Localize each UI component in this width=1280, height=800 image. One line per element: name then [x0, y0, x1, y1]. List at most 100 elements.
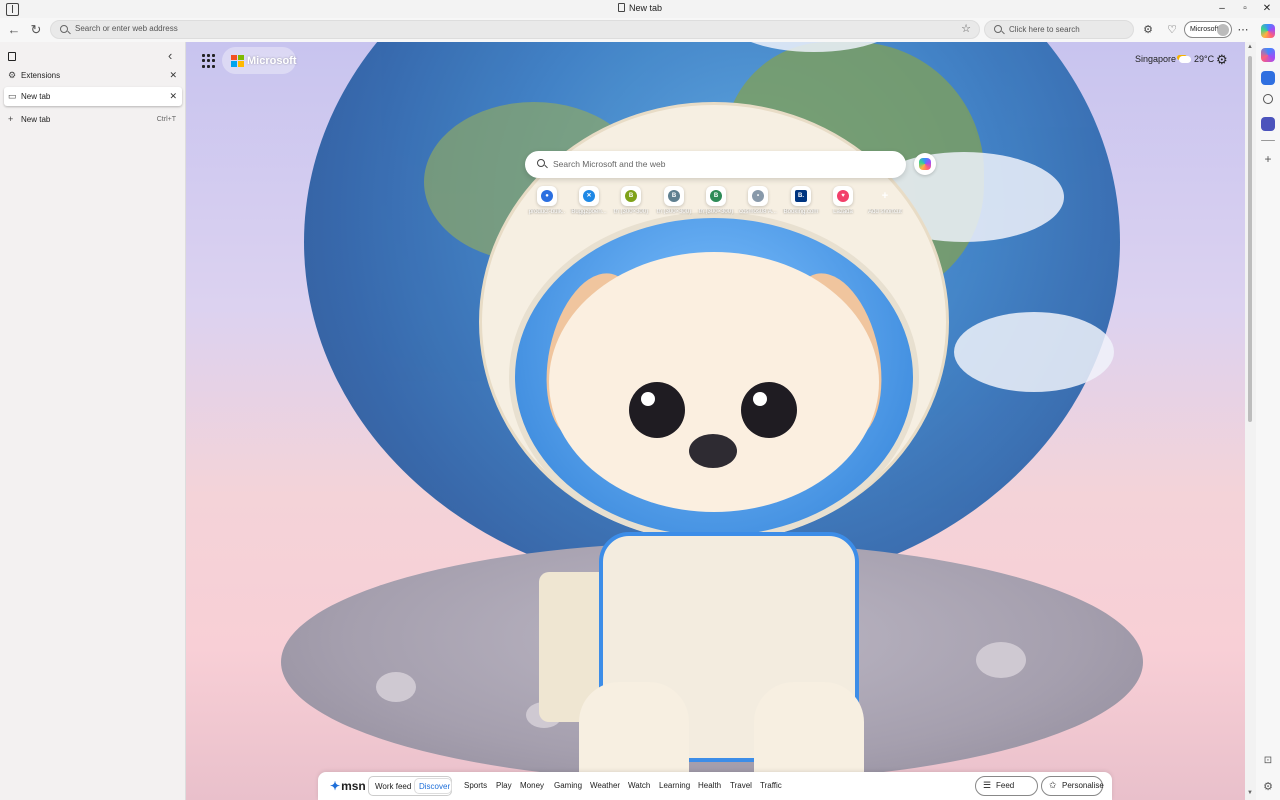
plus-icon: + [881, 190, 889, 202]
shortcut-favicon: B. [795, 190, 807, 202]
shortcut-favicon: B [710, 190, 722, 202]
shortcut-label: product-bulk.. [528, 209, 566, 215]
address-bar[interactable]: Search or enter web address ☆ [50, 20, 980, 39]
browser-essentials-icon[interactable]: ♡ [1163, 21, 1181, 39]
category-health[interactable]: Health [698, 781, 721, 790]
scroll-down-icon[interactable]: ▼ [1247, 790, 1253, 796]
shortcut-label: Lazada [833, 209, 853, 215]
profile-label: Microsoft [1190, 26, 1219, 33]
shortcut-label: th (300×300) [656, 209, 692, 215]
extensions-puzzle-icon[interactable]: ⚙ [1139, 21, 1157, 39]
collapse-pane-icon[interactable]: ‹ [168, 48, 172, 63]
new-tab-button[interactable]: + New tab Ctrl+T [4, 110, 182, 129]
shortcut-item[interactable]: ✕ Buggzpoen... [568, 186, 610, 226]
add-sidebar-app-icon[interactable]: + [1261, 152, 1275, 166]
category-watch[interactable]: Watch [628, 781, 650, 790]
search-icon [537, 159, 545, 167]
close-window-button[interactable]: ✕ [1256, 1, 1278, 17]
category-traffic[interactable]: Traffic [760, 781, 782, 790]
back-button[interactable]: ← [5, 21, 23, 39]
shortcut-favicon: B [668, 190, 680, 202]
ntp-search-box[interactable]: Search Microsoft and the web [525, 151, 906, 178]
msn-logo-text: msn [341, 779, 366, 793]
tab-new-tab[interactable]: ▭ New tab ✕ [4, 87, 182, 106]
msn-feed-bar: ✦msn Work feed Discover Sports Play Mone… [318, 772, 1112, 800]
shortcut-label: th (300×300) [613, 209, 649, 215]
category-gaming[interactable]: Gaming [554, 781, 582, 790]
shortcut-item[interactable]: ♥ Lazada [822, 186, 864, 226]
shortcut-item[interactable]: • cosmos08 A... [737, 186, 779, 226]
new-tab-page: Microsoft Singapore 29°C ⚙ Search Microso… [186, 42, 1245, 800]
address-placeholder: Search or enter web address [75, 24, 178, 33]
sidebar-divider [1261, 140, 1275, 141]
shortcut-item[interactable]: Bth (300×300) [695, 186, 737, 226]
shortcut-item[interactable]: B. Booking.com [780, 186, 822, 226]
search-sidebar-icon[interactable] [1263, 94, 1273, 104]
category-learning[interactable]: Learning [659, 781, 690, 790]
microsoft-brand[interactable]: Microsoft [222, 47, 297, 74]
shortcuts-row: ● product-bulk.. ✕ Buggzpoen... Bth (300×3… [526, 186, 906, 226]
edge-sidebar: + ⊡ ⚙ [1256, 18, 1280, 800]
title-bar: New tab – ▫ ✕ [0, 0, 1280, 18]
tab-label: New tab [21, 92, 51, 101]
extensions-icon: ⚙ [8, 70, 17, 80]
shortcut-favicon: ✕ [583, 190, 595, 202]
work-feed-tab[interactable]: Work feed [375, 782, 411, 791]
shortcut-favicon: ♥ [837, 190, 849, 202]
hide-sidebar-icon[interactable]: ⊡ [1261, 754, 1275, 768]
shortcut-favicon: ● [541, 190, 553, 202]
scrollbar-thumb[interactable] [1248, 56, 1252, 422]
copilot-sidebar-icon[interactable] [1261, 24, 1275, 38]
more-options-icon[interactable]: ⋯ [1234, 21, 1252, 39]
favorite-star-icon[interactable]: ☆ [961, 22, 971, 35]
weather-temp: 29°C [1194, 54, 1215, 64]
scroll-up-icon[interactable]: ▲ [1247, 44, 1253, 50]
search-icon [60, 25, 68, 33]
category-money[interactable]: Money [520, 781, 544, 790]
shortcut-favicon: • [752, 190, 764, 202]
add-shortcut-button[interactable]: + Add shortcut [864, 186, 906, 226]
copilot-icon[interactable] [914, 153, 936, 175]
shortcut-label: th (300×300) [698, 209, 734, 215]
msn-logo[interactable]: ✦msn [330, 779, 366, 793]
page-settings-gear-icon[interactable]: ⚙ [1216, 52, 1228, 68]
personalise-button[interactable]: ✩ Personalise [1041, 776, 1104, 796]
avatar [1217, 24, 1229, 36]
search-icon [994, 25, 1002, 33]
page-scrollbar[interactable]: ▲ ▼ [1245, 42, 1256, 800]
refresh-button[interactable]: ↻ [27, 21, 45, 39]
layout-icon: ☰ [983, 780, 992, 790]
close-tab-icon[interactable]: ✕ [169, 66, 177, 85]
tab-label: Extensions [21, 71, 61, 80]
shortcut-item[interactable]: ● product-bulk.. [526, 186, 568, 226]
tab-extensions[interactable]: ⚙ Extensions ✕ [4, 66, 182, 85]
sidebar-settings-gear-icon[interactable]: ⚙ [1261, 780, 1275, 794]
translator-icon[interactable] [1261, 71, 1275, 85]
teams-icon[interactable] [1261, 117, 1275, 131]
shortcut-label: Add shortcut [868, 209, 902, 215]
profile-button[interactable]: Microsoft [1184, 21, 1232, 38]
bing-search-placeholder: Click here to search [1009, 25, 1080, 34]
personalise-label: Personalise [1062, 781, 1104, 790]
close-tab-icon[interactable]: ✕ [169, 87, 177, 106]
shortcut-item[interactable]: Bth (300×300) [610, 186, 652, 226]
category-weather[interactable]: Weather [590, 781, 620, 790]
microsoft-logo-icon [231, 54, 244, 67]
feed-layout-label: Feed layout [996, 781, 1017, 800]
category-sports[interactable]: Sports [464, 781, 487, 790]
category-travel[interactable]: Travel [730, 781, 752, 790]
copilot-app-icon[interactable] [1261, 48, 1275, 62]
category-play[interactable]: Play [496, 781, 512, 790]
tab-panel-icon[interactable] [8, 52, 16, 61]
feed-layout-button[interactable]: ☰ Feed layout [975, 776, 1038, 800]
shortcut-item[interactable]: Bth (300×300) [653, 186, 695, 226]
restore-button[interactable]: ▫ [1234, 1, 1256, 17]
app-launcher-icon[interactable] [202, 54, 216, 68]
bing-search-box[interactable]: Click here to search [984, 20, 1134, 39]
minimize-button[interactable]: – [1211, 1, 1233, 17]
shortcut-favicon: B [625, 190, 637, 202]
window-title: New tab [0, 3, 1280, 13]
vertical-tabs-pane: ‹ ⚙ Extensions ✕ ▭ New tab ✕ + New tab C… [0, 42, 186, 800]
discover-tab[interactable]: Discover [419, 782, 450, 791]
weather-widget[interactable]: Singapore 29°C [1135, 54, 1214, 64]
